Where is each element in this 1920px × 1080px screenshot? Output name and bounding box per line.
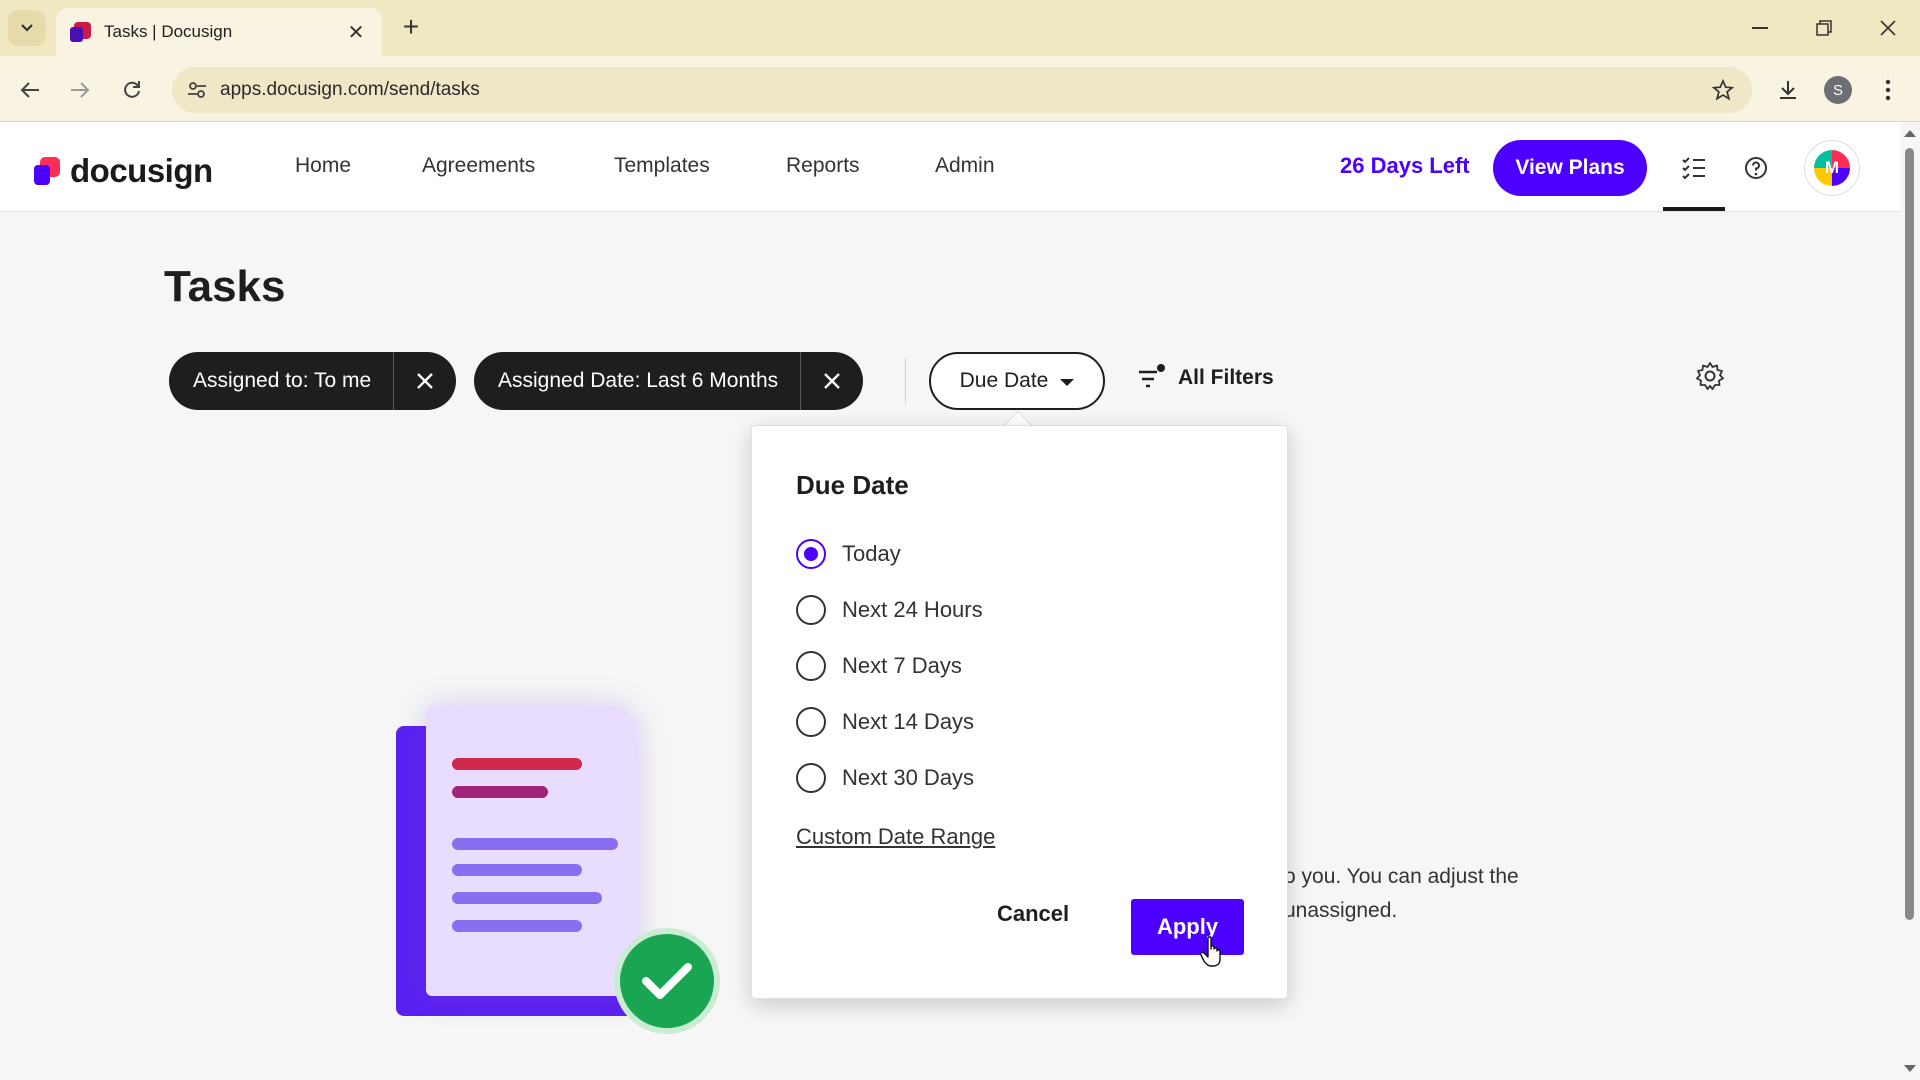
- gear-icon[interactable]: [1692, 358, 1728, 394]
- minimize-window-icon[interactable]: [1740, 12, 1780, 44]
- custom-date-range-link[interactable]: Custom Date Range: [796, 824, 995, 850]
- all-filters-button[interactable]: All Filters: [1136, 362, 1274, 394]
- logo-text: docusign: [70, 152, 213, 189]
- radio-label: Next 14 Days: [842, 709, 975, 734]
- document-icon: [426, 706, 638, 996]
- empty-text-line-1: o you. You can adjust the: [1284, 865, 1519, 888]
- radio-option-next-14-days[interactable]: Next 14 Days: [796, 707, 974, 737]
- radio-button[interactable]: [796, 539, 826, 569]
- back-arrow-icon[interactable]: [12, 72, 48, 108]
- profile-initial: S: [1824, 76, 1852, 104]
- reload-icon[interactable]: [114, 72, 150, 108]
- new-tab-plus-icon[interactable]: +: [396, 12, 426, 42]
- chevron-down-icon: [21, 24, 33, 32]
- filter-chip-assigned-to: Assigned to: To me: [169, 352, 457, 410]
- tab-title: Tasks | Docusign: [104, 22, 233, 41]
- page-title: Tasks: [164, 262, 286, 311]
- popover-title: Due Date: [796, 470, 909, 500]
- tasks-active-indicator: [1663, 207, 1725, 211]
- avatar-initial: M: [1814, 150, 1850, 186]
- remove-filter-close-icon[interactable]: [801, 352, 863, 410]
- page-scrollbar[interactable]: [1900, 122, 1920, 1080]
- chip-label[interactable]: Assigned Date: Last 6 Months: [474, 352, 802, 410]
- checklist-icon[interactable]: [1674, 148, 1714, 188]
- due-date-popover: Due Date Today Next 24 Hours Next 7 Days…: [751, 425, 1288, 999]
- empty-state-text: o you. You can adjust the unassigned.: [1284, 860, 1519, 928]
- user-avatar[interactable]: M: [1804, 140, 1860, 196]
- checkmark-icon: [614, 928, 720, 1034]
- radio-button[interactable]: [796, 651, 826, 681]
- browser-tab-bar: Tasks | Docusign ✕ +: [0, 0, 1920, 56]
- chip-label[interactable]: Assigned to: To me: [169, 352, 395, 410]
- radio-label: Next 7 Days: [842, 653, 962, 678]
- radio-option-next-7-days[interactable]: Next 7 Days: [796, 651, 962, 681]
- filter-icon: [1136, 362, 1168, 394]
- radio-option-next-30-days[interactable]: Next 30 Days: [796, 763, 974, 793]
- close-window-icon[interactable]: [1868, 12, 1908, 44]
- scroll-up-icon[interactable]: [1904, 130, 1916, 137]
- radio-label: Today: [842, 541, 901, 566]
- browser-toolbar: apps.docusign.com/send/tasks S: [0, 56, 1920, 122]
- tab-close-icon[interactable]: ✕: [344, 20, 368, 45]
- help-icon[interactable]: [1736, 148, 1776, 188]
- nav-templates[interactable]: Templates: [614, 154, 710, 178]
- url-text: apps.docusign.com/send/tasks: [220, 79, 480, 100]
- due-date-filter-button[interactable]: Due Date: [929, 352, 1105, 410]
- empty-state-illustration: [396, 706, 726, 1046]
- nav-admin[interactable]: Admin: [935, 154, 995, 178]
- app-header: docusign Home Agreements Templates Repor…: [0, 122, 1900, 212]
- radio-label: Next 30 Days: [842, 765, 975, 790]
- profile-avatar[interactable]: S: [1820, 72, 1856, 108]
- trial-days-left[interactable]: 26 Days Left: [1340, 153, 1470, 179]
- nav-agreements[interactable]: Agreements: [422, 154, 535, 178]
- docusign-logo-mark-icon: [34, 157, 62, 185]
- due-date-button-label: Due Date: [959, 369, 1049, 392]
- tab-list-button[interactable]: [8, 10, 46, 46]
- remove-filter-close-icon[interactable]: [394, 352, 456, 410]
- forward-arrow-icon[interactable]: [62, 72, 98, 108]
- caret-down-icon: [1060, 378, 1075, 386]
- nav-reports[interactable]: Reports: [786, 154, 860, 178]
- scroll-down-icon[interactable]: [1904, 1065, 1916, 1072]
- filter-divider: [905, 358, 906, 404]
- site-info-icon[interactable]: [182, 75, 212, 105]
- docusign-logo[interactable]: docusign: [34, 152, 213, 190]
- empty-text-line-2: unassigned.: [1284, 899, 1398, 922]
- mouse-pointer-icon: [1200, 936, 1226, 973]
- radio-option-today[interactable]: Today: [796, 539, 901, 569]
- star-icon[interactable]: [1708, 75, 1738, 105]
- radio-button[interactable]: [796, 707, 826, 737]
- filter-chip-assigned-date: Assigned Date: Last 6 Months: [474, 352, 864, 410]
- docusign-favicon-icon: [70, 21, 92, 43]
- nav-home[interactable]: Home: [295, 154, 351, 178]
- radio-option-next-24-hours[interactable]: Next 24 Hours: [796, 595, 983, 625]
- scroll-thumb[interactable]: [1905, 148, 1914, 920]
- cancel-button[interactable]: Cancel: [997, 901, 1069, 927]
- radio-button[interactable]: [796, 595, 826, 625]
- address-bar[interactable]: apps.docusign.com/send/tasks: [172, 67, 1752, 113]
- restore-window-icon[interactable]: [1804, 12, 1844, 44]
- download-icon[interactable]: [1770, 72, 1806, 108]
- radio-label: Next 24 Hours: [842, 597, 983, 622]
- kebab-menu-icon[interactable]: [1870, 72, 1906, 108]
- view-plans-button[interactable]: View Plans: [1493, 140, 1647, 196]
- all-filters-label: All Filters: [1178, 366, 1274, 389]
- apply-button[interactable]: Apply: [1131, 899, 1244, 955]
- radio-button[interactable]: [796, 763, 826, 793]
- browser-tab[interactable]: Tasks | Docusign ✕: [56, 8, 382, 56]
